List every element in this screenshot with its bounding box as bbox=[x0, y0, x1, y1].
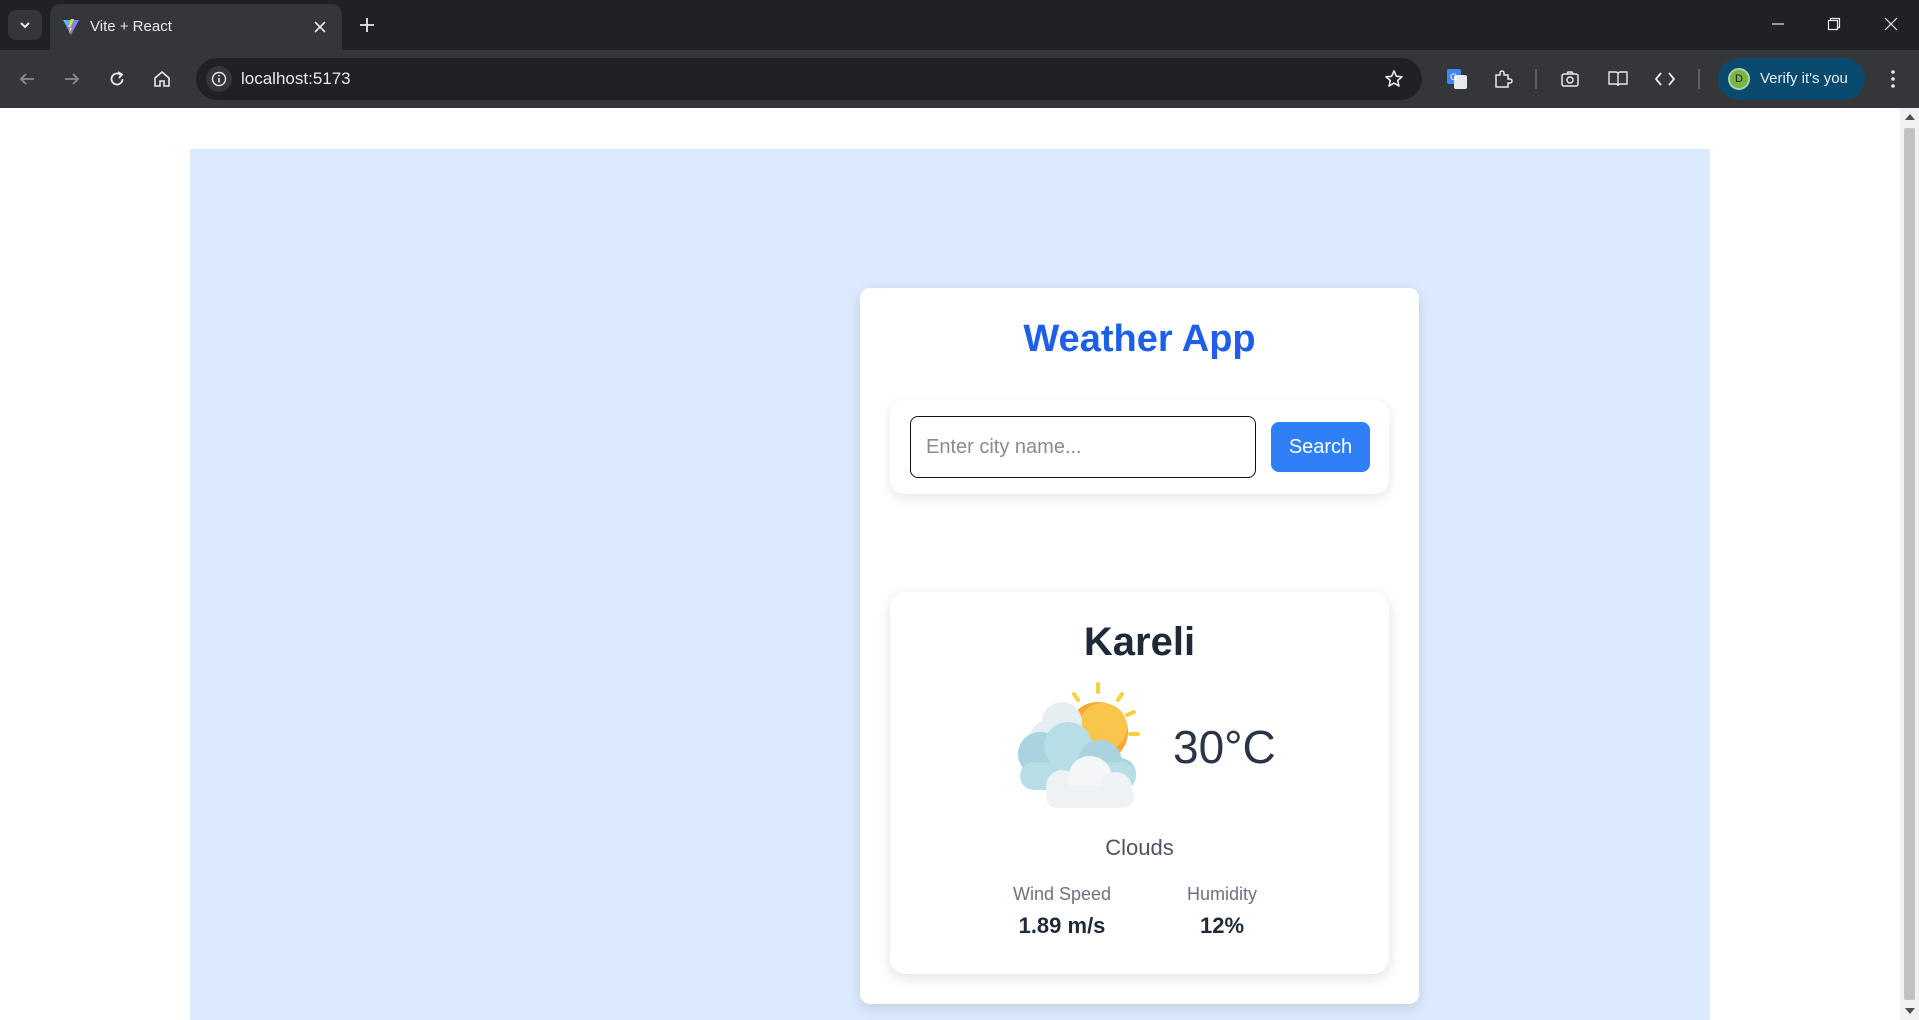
chevron-down-icon bbox=[20, 22, 30, 29]
devtools-button[interactable] bbox=[1650, 64, 1680, 94]
close-window-button[interactable] bbox=[1868, 8, 1914, 40]
home-button[interactable] bbox=[147, 64, 177, 94]
scroll-down-arrow-icon[interactable] bbox=[1905, 1008, 1915, 1014]
page-title: Weather App bbox=[1023, 318, 1256, 360]
page-viewport: Weather App Search Kareli bbox=[0, 108, 1900, 1020]
weather-card: Weather App Search Kareli bbox=[860, 288, 1419, 1004]
close-icon bbox=[1884, 17, 1898, 31]
camera-icon bbox=[1561, 71, 1579, 87]
weather-result-panel: Kareli 30°C Clouds Wind Speed 1.89 m/s H… bbox=[890, 592, 1389, 974]
reading-mode-button[interactable] bbox=[1603, 64, 1633, 94]
plus-icon bbox=[360, 18, 374, 32]
humidity-label: Humidity bbox=[1186, 884, 1257, 904]
code-icon bbox=[1654, 72, 1676, 86]
minimize-icon bbox=[1772, 23, 1784, 25]
profile-label: Verify it's you bbox=[1760, 70, 1848, 87]
city-name: Kareli bbox=[1083, 620, 1196, 664]
vite-logo-icon bbox=[63, 19, 79, 35]
page-scrollbar[interactable] bbox=[1900, 108, 1919, 1020]
star-icon bbox=[1385, 70, 1403, 87]
wind-speed-label: Wind Speed bbox=[1012, 884, 1112, 904]
new-tab-button[interactable] bbox=[352, 10, 382, 40]
search-button[interactable]: Search bbox=[1271, 422, 1370, 472]
translate-icon: G bbox=[1447, 69, 1467, 89]
back-button[interactable] bbox=[12, 64, 42, 94]
close-icon bbox=[314, 21, 326, 33]
profile-chip[interactable]: D Verify it's you bbox=[1718, 58, 1865, 100]
avatar: D bbox=[1728, 68, 1750, 90]
scroll-up-arrow-icon[interactable] bbox=[1905, 114, 1915, 120]
address-bar[interactable]: localhost:5173 bbox=[196, 58, 1422, 100]
restore-button[interactable] bbox=[1811, 8, 1857, 40]
site-info-button[interactable] bbox=[206, 66, 232, 92]
screenshot-button[interactable] bbox=[1555, 64, 1585, 94]
toolbar-separator bbox=[1698, 69, 1700, 89]
kebab-menu-icon bbox=[1891, 70, 1895, 88]
forward-button[interactable] bbox=[57, 64, 87, 94]
temperature-value: 30°C bbox=[1173, 721, 1276, 773]
wind-speed-stat: Wind Speed 1.89 m/s bbox=[982, 884, 1142, 939]
scroll-thumb[interactable] bbox=[1904, 128, 1915, 1000]
sun-behind-clouds-icon bbox=[1018, 682, 1140, 808]
reload-button[interactable] bbox=[102, 64, 132, 94]
book-open-icon bbox=[1608, 71, 1628, 87]
humidity-value: 12% bbox=[1199, 913, 1245, 938]
browser-toolbar: localhost:5173 G D Verify it's you bbox=[0, 50, 1919, 108]
svg-text:G: G bbox=[1450, 73, 1457, 83]
tab-close-button[interactable] bbox=[310, 17, 330, 37]
arrow-left-icon bbox=[19, 73, 34, 85]
restore-icon bbox=[1827, 17, 1841, 31]
google-translate-button[interactable]: G bbox=[1442, 64, 1472, 94]
minimize-button[interactable] bbox=[1755, 8, 1801, 40]
weather-condition: Clouds bbox=[1105, 835, 1174, 860]
tab-strip: Vite + React bbox=[0, 0, 1919, 50]
humidity-stat: Humidity 12% bbox=[1142, 884, 1302, 939]
tab-search-button[interactable] bbox=[8, 10, 42, 40]
city-search-input[interactable] bbox=[910, 416, 1256, 478]
toolbar-separator bbox=[1535, 69, 1537, 89]
home-icon bbox=[154, 70, 170, 87]
menu-button[interactable] bbox=[1878, 64, 1908, 94]
puzzle-icon bbox=[1495, 70, 1513, 88]
tab-title: Vite + React bbox=[90, 18, 172, 35]
wind-speed-value: 1.89 m/s bbox=[1018, 913, 1106, 938]
bookmark-button[interactable] bbox=[1382, 67, 1406, 91]
arrow-right-icon bbox=[65, 73, 80, 85]
url-text: localhost:5173 bbox=[241, 69, 351, 88]
search-panel: Search bbox=[890, 400, 1389, 494]
extensions-button[interactable] bbox=[1488, 64, 1518, 94]
browser-tab[interactable]: Vite + React bbox=[50, 4, 342, 50]
app-background: Weather App Search Kareli bbox=[190, 149, 1710, 1020]
reload-icon bbox=[110, 71, 124, 86]
info-icon bbox=[211, 71, 227, 87]
